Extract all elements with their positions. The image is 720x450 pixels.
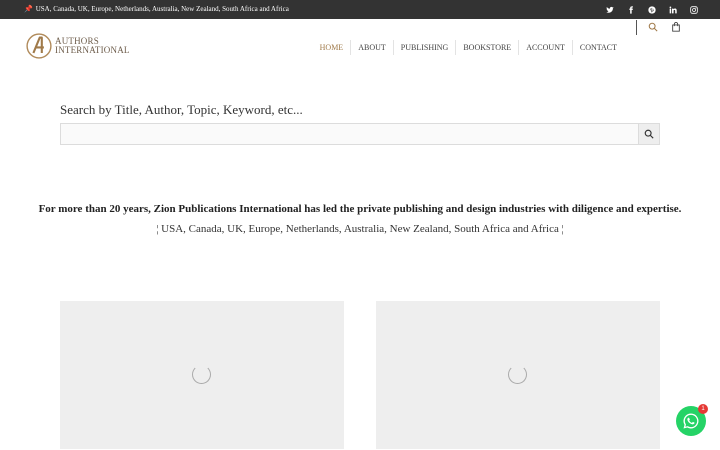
logo-text: AUTHORS INTERNATIONAL [55, 37, 130, 55]
search-icon [644, 129, 654, 139]
header-icons [648, 22, 681, 32]
facebook-icon[interactable] [627, 5, 635, 14]
chat-notification-badge: 1 [698, 404, 708, 414]
search-submit-button[interactable] [638, 124, 659, 144]
whatsapp-icon [683, 413, 699, 429]
nav-item-home[interactable]: HOME [313, 40, 351, 55]
content-card-right[interactable] [376, 301, 660, 449]
pinterest-icon[interactable] [648, 5, 656, 14]
intro-regions: ¦ USA, Canada, UK, Europe, Netherlands, … [156, 223, 564, 235]
site-logo[interactable]: AUTHORS INTERNATIONAL [25, 32, 130, 60]
linkedin-icon[interactable] [669, 6, 677, 14]
main-nav: HOME ABOUT PUBLISHING BOOKSTORE ACCOUNT … [313, 40, 624, 55]
top-bar: 📌 USA, Canada, UK, Europe, Netherlands, … [0, 0, 720, 19]
social-links [606, 0, 698, 19]
nav-divider [636, 20, 637, 35]
search-label: Search by Title, Author, Topic, Keyword,… [60, 102, 303, 117]
nav-item-account[interactable]: ACCOUNT [518, 40, 572, 55]
loading-spinner-icon [508, 365, 527, 384]
locations-notice: 📌 USA, Canada, UK, Europe, Netherlands, … [24, 3, 289, 16]
search-icon[interactable] [648, 22, 658, 32]
shopping-bag-icon[interactable] [671, 22, 681, 32]
search-input[interactable] [61, 124, 639, 145]
content-card-left[interactable] [60, 301, 344, 449]
nav-item-bookstore[interactable]: BOOKSTORE [455, 40, 518, 55]
search-form [60, 123, 660, 145]
site-header: AUTHORS INTERNATIONAL HOME ABOUT PUBLISH… [0, 19, 720, 75]
intro-tagline: For more than 20 years, Zion Publication… [38, 203, 682, 215]
logo-line-2: INTERNATIONAL [55, 45, 130, 55]
twitter-icon[interactable] [606, 6, 614, 14]
pin-icon: 📌 [24, 5, 33, 13]
instagram-icon[interactable] [690, 5, 698, 14]
nav-item-contact[interactable]: CONTACT [571, 40, 624, 55]
locations-text: USA, Canada, UK, Europe, Netherlands, Au… [35, 5, 289, 13]
nav-item-about[interactable]: ABOUT [350, 40, 393, 55]
loading-spinner-icon [192, 365, 211, 384]
nav-item-publishing[interactable]: PUBLISHING [392, 40, 456, 55]
logo-mark-icon [26, 33, 52, 59]
